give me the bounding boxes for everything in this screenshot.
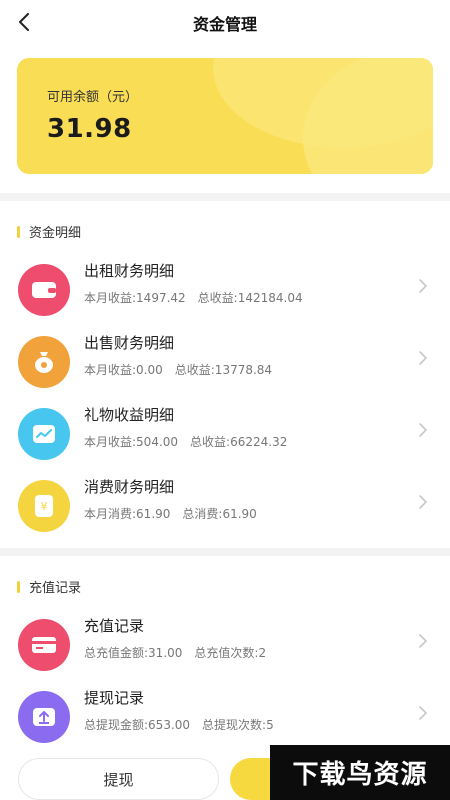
section-title-text: 充值记录 (29, 581, 82, 596)
list-item-recharge-records[interactable]: 充值记录 总充值金额:31.00 总充值次数:2 (0, 611, 450, 681)
total-income: 总收益:13778.84 (174, 363, 273, 377)
credit-card-icon (18, 619, 70, 671)
list-item-consumption-finance[interactable]: ¥ 消费财务明细 本月消费:61.90 总消费:61.90 (0, 472, 450, 542)
balance-label: 可用余额（元） (47, 90, 139, 105)
trend-chart-icon (18, 408, 70, 460)
total-spending: 总消费:61.90 (182, 507, 257, 521)
total-income: 总收益:142184.04 (197, 291, 303, 305)
section-accent-bar (17, 580, 20, 593)
list-item-title: 消费财务明细 (84, 478, 175, 496)
watermark-logo: 下载鸟资源 (270, 745, 450, 800)
list-item-subtitle: 总充值金额:31.00 总充值次数:2 (84, 644, 278, 661)
list-item-subtitle: 本月收益:1497.42 总收益:142184.04 (84, 289, 315, 306)
monthly-income: 本月收益:0.00 (84, 363, 163, 377)
monthly-income: 本月收益:1497.42 (84, 291, 186, 305)
chevron-right-icon (416, 492, 430, 512)
chevron-right-icon (416, 420, 430, 440)
list-item-title: 提现记录 (84, 689, 145, 707)
balance-value: 31.98 (47, 114, 132, 144)
section-divider (0, 193, 450, 201)
total-recharge-count: 总充值次数:2 (194, 646, 267, 660)
total-recharge-amount: 总充值金额:31.00 (84, 646, 183, 660)
section-accent-bar (17, 225, 20, 238)
money-bag-icon (18, 336, 70, 388)
section-title-fund-details: 资金明细 (17, 222, 81, 241)
chevron-right-icon (416, 276, 430, 296)
list-item-title: 充值记录 (84, 617, 145, 635)
list-item-sale-finance[interactable]: 出售财务明细 本月收益:0.00 总收益:13778.84 (0, 328, 450, 398)
wallet-icon (18, 264, 70, 316)
list-item-title: 出售财务明细 (84, 334, 175, 352)
list-item-subtitle: 本月消费:61.90 总消费:61.90 (84, 505, 269, 522)
list-item-title: 出租财务明细 (84, 262, 175, 280)
list-item-subtitle: 总提现金额:653.00 总提现次数:5 (84, 716, 286, 733)
total-withdraw-amount: 总提现金额:653.00 (84, 718, 191, 732)
total-withdraw-count: 总提现次数:5 (202, 718, 274, 732)
list-item-subtitle: 本月收益:504.00 总收益:66224.32 (84, 433, 299, 450)
list-item-gift-income[interactable]: 礼物收益明细 本月收益:504.00 总收益:66224.32 (0, 400, 450, 470)
list-item-subtitle: 本月收益:0.00 总收益:13778.84 (84, 361, 284, 378)
withdraw-button[interactable]: 提现 (18, 758, 219, 800)
section-divider (0, 548, 450, 556)
svg-text:¥: ¥ (41, 500, 48, 513)
top-bar: 资金管理 (0, 0, 450, 44)
list-item-rental-finance[interactable]: 出租财务明细 本月收益:1497.42 总收益:142184.04 (0, 256, 450, 326)
upload-icon (18, 691, 70, 743)
section-title-recharge-records: 充值记录 (17, 577, 81, 596)
list-item-title: 礼物收益明细 (84, 406, 175, 424)
balance-card: 可用余额（元） 31.98 (17, 58, 433, 174)
list-item-withdraw-records[interactable]: 提现记录 总提现金额:653.00 总提现次数:5 (0, 683, 450, 753)
chevron-right-icon (416, 348, 430, 368)
receipt-icon: ¥ (18, 480, 70, 532)
total-income: 总收益:66224.32 (190, 435, 288, 449)
section-title-text: 资金明细 (29, 226, 82, 241)
chevron-right-icon (416, 703, 430, 723)
page-title: 资金管理 (192, 15, 257, 34)
chevron-right-icon (416, 631, 430, 651)
monthly-income: 本月收益:504.00 (84, 435, 179, 449)
monthly-spending: 本月消费:61.90 (84, 507, 171, 521)
